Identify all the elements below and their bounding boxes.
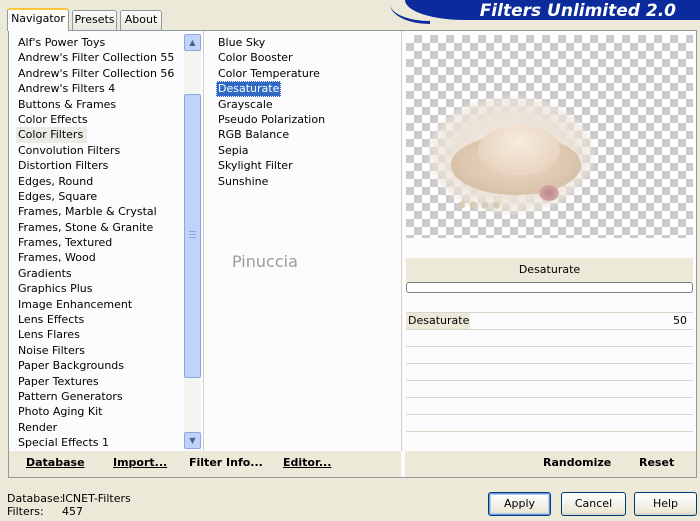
list-item[interactable]: Convolution Filters [16,144,120,157]
list-item[interactable]: Edges, Round [16,175,93,188]
list-item[interactable]: Frames, Textured [16,236,112,249]
list-item[interactable]: Photo Aging Kit [16,405,102,418]
list-item[interactable]: Render [16,421,57,434]
list-item[interactable]: Sepia [216,144,249,157]
category-scrollbar[interactable]: ▲ ▼ [184,34,201,449]
param-row-empty [406,380,693,397]
list-item[interactable]: Pseudo Polarization [216,113,325,126]
list-item[interactable]: Frames, Marble & Crystal [16,205,157,218]
list-item[interactable]: Edges, Square [16,190,97,203]
list-item[interactable]: Pattern Generators [16,390,123,403]
param-row[interactable]: Desaturate 50 [406,312,693,329]
category-list[interactable]: Alf's Power Toys Andrew's Filter Collecti… [16,35,182,451]
list-item[interactable]: Paper Textures [16,375,99,388]
list-item[interactable]: Image Enhancement [16,298,132,311]
import-button[interactable]: Import... [113,456,167,469]
app-banner: Filters Unlimited 2.0 [405,0,700,21]
list-item[interactable]: RGB Balance [216,128,289,141]
database-label: Database: [7,492,64,505]
list-item[interactable]: Graphics Plus [16,282,92,295]
preview-image [406,35,693,238]
list-item[interactable]: Frames, Stone & Granite [16,221,153,234]
list-item-selected[interactable]: Desaturate [216,81,282,97]
database-value: ICNET-Filters [62,492,131,505]
randomize-button[interactable]: Randomize [543,456,611,469]
param-row-empty [406,414,693,431]
param-value: 50 [673,314,687,327]
help-button[interactable]: Help [634,492,697,516]
pearls [450,195,508,215]
tab-presets[interactable]: Presets [72,10,117,30]
rose [539,185,559,201]
database-button[interactable]: Database [26,456,85,469]
list-item[interactable]: Distortion Filters [16,159,108,172]
list-item[interactable]: Color Temperature [216,67,320,80]
param-row-empty [406,397,693,414]
cancel-button[interactable]: Cancel [561,492,626,516]
list-item-selected[interactable]: Color Filters [16,127,88,143]
filters-count-value: 457 [62,505,83,518]
list-item[interactable]: Andrew's Filters 4 [16,82,115,95]
filter-list[interactable]: Blue Sky Color Booster Color Temperature De… [216,35,396,189]
divider [203,31,204,451]
apply-button[interactable]: Apply [488,492,551,516]
list-item[interactable]: Lens Flares [16,328,80,341]
list-item[interactable]: Andrew's Filter Collection 55 [16,51,174,64]
scroll-thumb[interactable] [184,94,201,378]
filter-info-button[interactable]: Filter Info... [189,456,263,469]
list-item[interactable]: Sunshine [216,175,268,188]
tab-navigator[interactable]: Navigator [7,8,69,31]
list-item[interactable]: Noise Filters [16,344,85,357]
list-item[interactable]: Color Effects [16,113,88,126]
list-item[interactable]: Frames, Wood [16,251,96,264]
filters-count-label: Filters: [7,505,44,518]
list-item[interactable]: Gradients [16,267,72,280]
list-item[interactable]: Paper Backgrounds [16,359,124,372]
list-item[interactable]: Grayscale [216,98,273,111]
param-row-empty [406,431,693,448]
divider [401,31,402,451]
list-item[interactable]: Buttons & Frames [16,98,116,111]
list-item[interactable]: Lens Effects [16,313,84,326]
list-item[interactable]: Skylight Filter [216,159,293,172]
param-row-empty [406,329,693,346]
reset-button[interactable]: Reset [639,456,674,469]
scroll-down-arrow-icon[interactable]: ▼ [184,432,201,449]
editor-button[interactable]: Editor... [283,456,331,469]
param-row-empty [406,346,693,363]
watermark-text: Pinuccia [232,252,298,271]
hat-crown [478,125,560,175]
param-row-empty [406,363,693,380]
current-filter-name: Desaturate [406,258,693,282]
list-item[interactable]: Andrew's Filter Collection 56 [16,67,174,80]
param-label: Desaturate [406,313,470,329]
list-item[interactable]: Color Booster [216,51,293,64]
scroll-up-arrow-icon[interactable]: ▲ [184,34,201,51]
progress-bar [406,282,693,293]
list-item[interactable]: Alf's Power Toys [16,36,105,49]
list-item[interactable]: Special Effects 1 [16,436,109,449]
tab-about[interactable]: About [120,10,162,30]
grip-icon [189,231,196,238]
list-item[interactable]: Blue Sky [216,36,265,49]
